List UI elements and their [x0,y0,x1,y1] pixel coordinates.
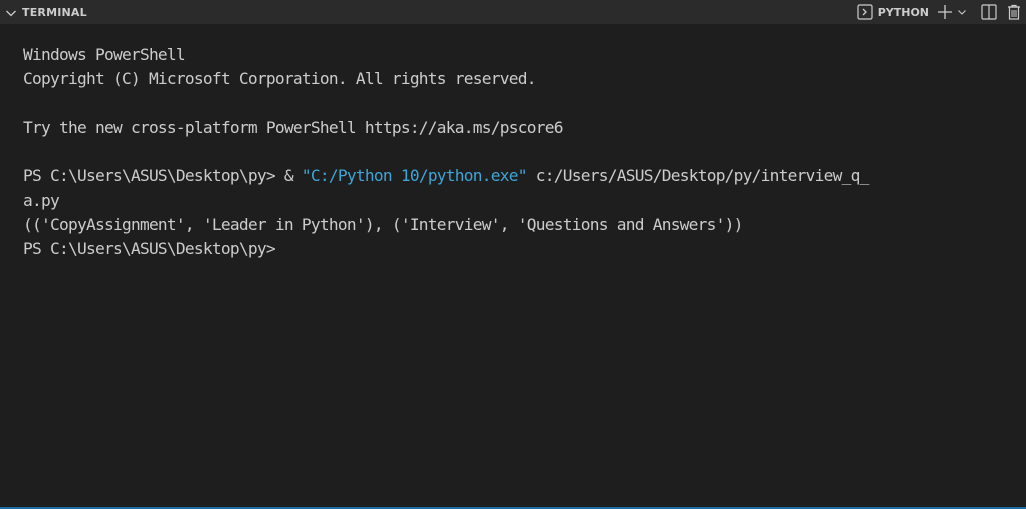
panel-title-toggle[interactable]: TERMINAL [0,5,87,19]
terminal-text: PS C:\Users\ASUS\Desktop\py> [23,239,276,259]
terminal-text: Copyright (C) Microsoft Corporation. All… [23,69,537,89]
terminal-line: PS C:\Users\ASUS\Desktop\py> [23,237,1026,261]
terminal-output[interactable]: Windows PowerShell Copyright (C) Microsof… [23,43,1026,262]
terminal-text: Try the new cross-platform PowerShell ht… [23,117,563,137]
shell-name[interactable]: PYTHON [878,6,929,19]
terminal-line: Copyright (C) Microsoft Corporation. All… [23,67,1026,91]
split-icon[interactable] [980,3,998,21]
chevron-down-icon[interactable] [4,5,18,19]
terminal-line: Windows PowerShell [23,43,1026,67]
plus-icon[interactable] [935,2,955,22]
terminal-line: PS C:\Users\ASUS\Desktop\py> & "C:/Pytho… [23,164,1026,188]
terminal-panel-header: TERMINAL PYTHON [0,0,1026,24]
terminal-icon[interactable] [856,3,874,21]
terminal-text: (('CopyAssignment', 'Leader in Python'),… [23,215,743,235]
terminal-line: Try the new cross-platform PowerShell ht… [23,116,1026,140]
terminal-line: (('CopyAssignment', 'Leader in Python'),… [23,213,1026,237]
terminal-text: PS C:\Users\ASUS\Desktop\py> & [23,166,302,186]
terminal-string-token: "C:/Python 10/python.exe" [301,166,528,186]
dropdown-chevron-icon[interactable] [956,6,968,18]
terminal-text: Windows PowerShell [23,45,186,64]
terminal-actions: PYTHON [856,0,1026,24]
terminal-text: a.py [23,190,60,210]
panel-title: TERMINAL [22,5,87,19]
trash-icon[interactable] [1006,3,1022,21]
terminal-line: a.py [23,189,1026,213]
terminal-text: c:/Users/ASUS/Desktop/py/interview_q_ [526,166,870,186]
